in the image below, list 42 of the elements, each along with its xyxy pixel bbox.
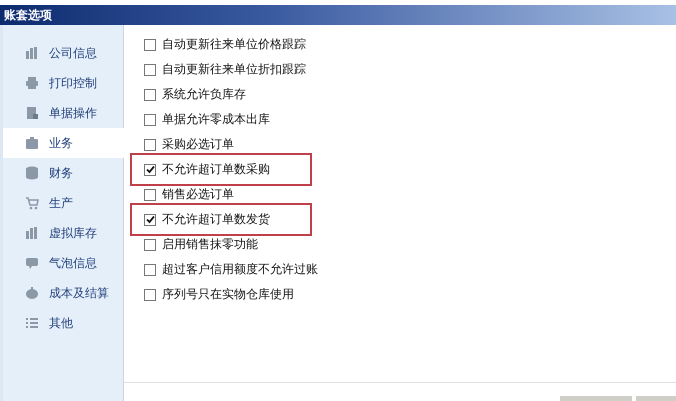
- sidebar-item[interactable]: 成本及结算: [3, 278, 123, 308]
- sidebar-item[interactable]: 生产: [3, 188, 123, 218]
- checkbox[interactable]: [144, 264, 156, 276]
- database-icon: [25, 166, 39, 180]
- briefcase-icon: [25, 136, 39, 150]
- checkbox[interactable]: [144, 64, 156, 76]
- window-title: 账套选项: [4, 6, 52, 24]
- document-icon: [25, 106, 39, 120]
- sidebar-item[interactable]: 打印控制: [3, 68, 123, 98]
- option-label: 销售必选订单: [162, 186, 234, 203]
- option-label: 系统允许负库存: [162, 86, 246, 103]
- checkbox[interactable]: [144, 38, 156, 50]
- option-label: 不允许超订单数采购: [162, 161, 270, 178]
- sidebar-item[interactable]: 气泡信息: [3, 248, 123, 278]
- option-label: 序列号只在实物仓库使用: [162, 286, 294, 303]
- sidebar-item[interactable]: 财务: [3, 158, 123, 188]
- sidebar-item[interactable]: 虚拟库存: [3, 218, 123, 248]
- list-icon: [25, 316, 39, 330]
- printer-icon: [25, 76, 39, 90]
- cart-icon: [25, 196, 39, 210]
- option-label: 超过客户信用额度不允许过账: [162, 261, 318, 278]
- option-label: 单据允许零成本出库: [162, 111, 270, 128]
- checkbox[interactable]: [144, 114, 156, 126]
- checkbox[interactable]: [144, 214, 156, 226]
- checkbox[interactable]: [144, 288, 156, 300]
- sidebar-item[interactable]: 公司信息: [3, 38, 123, 68]
- checkbox[interactable]: [144, 88, 156, 100]
- option-label: 不允许超订单数发货: [162, 211, 270, 228]
- building-icon: [25, 226, 39, 240]
- checkbox[interactable]: [144, 164, 156, 176]
- checkbox[interactable]: [144, 238, 156, 250]
- option-label: 自动更新往来单位价格跟踪: [162, 36, 306, 53]
- building-icon: [25, 46, 39, 60]
- chat-icon: [25, 256, 39, 270]
- checkbox[interactable]: [144, 138, 156, 150]
- option-label: 自动更新往来单位折扣跟踪: [162, 61, 306, 78]
- sidebar-item[interactable]: 单据操作: [3, 98, 123, 128]
- option-label: 启用销售抹零功能: [162, 236, 258, 253]
- option-label: 采购必选订单: [162, 136, 234, 153]
- sidebar-item[interactable]: 业务: [3, 128, 124, 158]
- checkbox[interactable]: [144, 188, 156, 200]
- sidebar-item[interactable]: 其他: [3, 308, 123, 338]
